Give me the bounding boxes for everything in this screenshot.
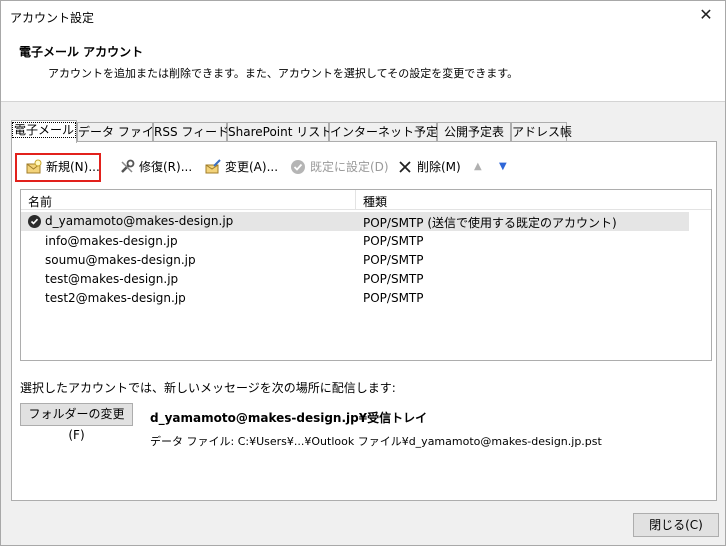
- delivery-label: 選択したアカウントでは、新しいメッセージを次の場所に配信します:: [20, 381, 396, 395]
- header-description: アカウントを追加または削除できます。また、アカウントを選択してその設定を変更でき…: [48, 67, 519, 80]
- account-name: soumu@makes-design.jp: [45, 253, 196, 267]
- account-toolbar: 新規(N)... 修復(R)... 変更(A)... 既定に設定(D) 削除(M…: [20, 154, 710, 182]
- tab-email[interactable]: 電子メール: [11, 120, 77, 143]
- title-bar: アカウント設定 ✕: [1, 1, 725, 31]
- column-header-name[interactable]: 名前: [28, 193, 52, 210]
- repair-account-button[interactable]: 修復(R)...: [119, 156, 192, 178]
- column-header-type[interactable]: 種類: [363, 193, 387, 210]
- close-icon[interactable]: ✕: [695, 4, 717, 26]
- dialog-header: 電子メール アカウント アカウントを追加または削除できます。また、アカウントを選…: [1, 31, 725, 102]
- change-folder-button[interactable]: フォルダーの変更(F): [20, 403, 133, 442]
- new-button-highlight: [15, 153, 101, 182]
- account-type: POP/SMTP: [363, 291, 424, 305]
- window-title: アカウント設定: [10, 11, 95, 25]
- delete-x-icon: [397, 159, 413, 175]
- account-name: test2@makes-design.jp: [45, 291, 186, 305]
- tab-rss-feeds[interactable]: RSS フィード: [153, 122, 229, 142]
- account-name: d_yamamoto@makes-design.jp: [45, 214, 234, 228]
- account-type: POP/SMTP: [363, 272, 424, 286]
- default-account-icon: [28, 215, 41, 228]
- wrench-icon: [119, 159, 135, 175]
- account-type: POP/SMTP: [363, 253, 424, 267]
- account-list[interactable]: 名前 種類 d_yamamoto@makes-design.jp POP/SMT…: [20, 189, 712, 361]
- account-type: POP/SMTP: [363, 234, 424, 248]
- tab-data-files[interactable]: データ ファイル: [77, 122, 166, 142]
- set-default-button[interactable]: 既定に設定(D): [290, 156, 389, 178]
- delete-account-button[interactable]: 削除(M): [397, 156, 461, 178]
- tab-published-calendars[interactable]: 公開予定表: [437, 122, 511, 142]
- account-name: test@makes-design.jp: [45, 272, 179, 286]
- list-header: 名前 種類: [21, 190, 711, 210]
- close-button[interactable]: 閉じる(C): [633, 513, 719, 537]
- account-row[interactable]: test2@makes-design.jp POP/SMTP: [21, 289, 689, 308]
- account-row[interactable]: info@makes-design.jp POP/SMTP: [21, 232, 689, 251]
- header-title: 電子メール アカウント: [19, 45, 144, 59]
- account-row[interactable]: soumu@makes-design.jp POP/SMTP: [21, 251, 689, 270]
- delivery-folder-path: d_yamamoto@makes-design.jp¥受信トレイ: [150, 411, 428, 425]
- account-type: POP/SMTP (送信で使用する既定のアカウント): [363, 216, 617, 230]
- edit-mail-icon: [205, 159, 221, 175]
- account-row[interactable]: d_yamamoto@makes-design.jp POP/SMTP (送信で…: [21, 212, 689, 231]
- tab-internet-calendars[interactable]: インターネット予定表: [329, 122, 450, 142]
- account-row[interactable]: test@makes-design.jp POP/SMTP: [21, 270, 689, 289]
- move-down-icon[interactable]: ▼: [499, 156, 507, 178]
- tab-address-books[interactable]: アドレス帳: [511, 122, 572, 142]
- check-circle-icon: [290, 159, 306, 175]
- account-settings-window: アカウント設定 ✕ 電子メール アカウント アカウントを追加または削除できます。…: [0, 0, 726, 546]
- data-file-path: データ ファイル: C:¥Users¥...¥Outlook ファイル¥d_ya…: [150, 435, 602, 448]
- change-account-button[interactable]: 変更(A)...: [205, 156, 278, 178]
- move-up-icon[interactable]: ▲: [474, 156, 482, 178]
- column-divider[interactable]: [355, 190, 356, 210]
- account-name: info@makes-design.jp: [45, 234, 178, 248]
- tab-sharepoint-lists[interactable]: SharePoint リスト: [227, 122, 332, 142]
